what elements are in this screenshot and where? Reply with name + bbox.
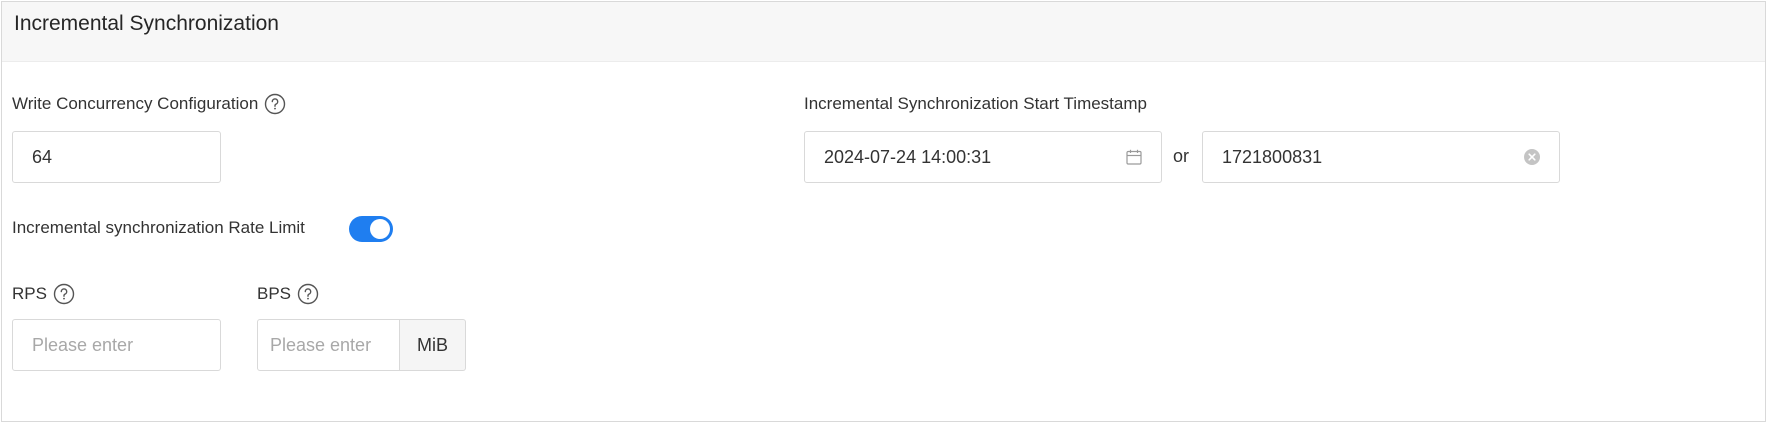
datetime-value: 2024-07-24 14:00:31 <box>824 146 992 167</box>
rps-placeholder: Please enter <box>32 334 134 355</box>
question-circle-icon[interactable] <box>53 283 75 305</box>
clear-circle-icon[interactable] <box>1521 146 1543 168</box>
start-timestamp-label-row: Incremental Synchronization Start Timest… <box>804 93 1147 115</box>
start-timestamp-label: Incremental Synchronization Start Timest… <box>804 94 1147 113</box>
concurrency-label: Write Concurrency Configuration <box>12 94 259 113</box>
bps-unit-addon: MiB <box>400 319 466 371</box>
panel-title: Incremental Synchronization <box>14 12 279 35</box>
incremental-sync-panel: Incremental Synchronization Write Concur… <box>1 1 1766 422</box>
unix-timestamp-input[interactable]: 1721800831 <box>1202 131 1560 183</box>
or-separator: or <box>1173 146 1190 166</box>
rate-limit-toggle[interactable] <box>349 216 393 242</box>
question-circle-icon[interactable] <box>297 283 319 305</box>
bps-input[interactable]: Please enter <box>257 319 400 371</box>
bps-label: BPS <box>257 284 292 303</box>
concurrency-value: 64 <box>32 146 53 167</box>
rate-limit-label-row: Incremental synchronization Rate Limit <box>12 217 305 239</box>
panel-header: Incremental Synchronization <box>2 2 1765 62</box>
bps-unit: MiB <box>417 334 448 355</box>
rps-label: RPS <box>12 284 47 303</box>
toggle-knob <box>370 219 390 239</box>
calendar-icon[interactable] <box>1123 146 1145 168</box>
datetime-picker-input[interactable]: 2024-07-24 14:00:31 <box>804 131 1162 183</box>
concurrency-input[interactable]: 64 <box>12 131 221 183</box>
concurrency-label-row: Write Concurrency Configuration <box>12 93 286 115</box>
bps-placeholder: Please enter <box>270 334 372 355</box>
bps-label-row: BPS <box>257 283 319 305</box>
unix-timestamp-value: 1721800831 <box>1222 146 1323 167</box>
rps-label-row: RPS <box>12 283 75 305</box>
question-circle-icon[interactable] <box>264 93 286 115</box>
rps-input[interactable]: Please enter <box>12 319 221 371</box>
rate-limit-label: Incremental synchronization Rate Limit <box>12 218 305 237</box>
